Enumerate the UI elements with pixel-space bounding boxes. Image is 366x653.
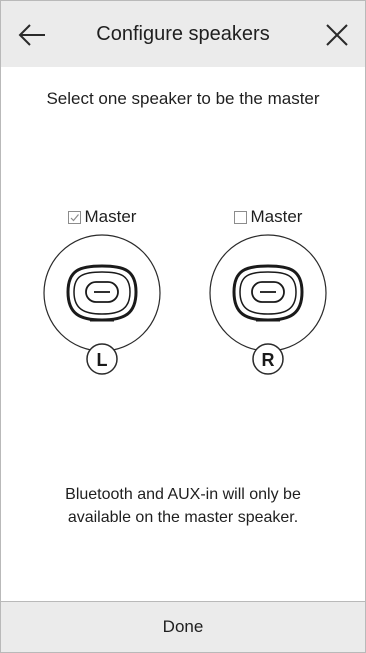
speaker-icon: L — [43, 234, 161, 375]
master-note-text: Bluetooth and AUX-in will only be availa… — [65, 486, 301, 526]
speaker-option-left[interactable]: Master L — [38, 205, 166, 377]
master-checkbox-row-right[interactable]: Master — [204, 205, 332, 229]
master-label-left: Master — [84, 207, 137, 226]
instruction-text: Select one speaker to be the master — [46, 89, 320, 108]
master-checkbox-right[interactable] — [233, 210, 247, 224]
done-button[interactable]: Done — [1, 601, 365, 652]
speaker-position-left: L — [97, 350, 108, 370]
speaker-option-right[interactable]: Master R — [204, 205, 332, 377]
header-bar: Configure speakers — [1, 1, 365, 67]
checkmark-icon — [70, 213, 79, 221]
master-checkbox-left[interactable] — [67, 210, 81, 224]
close-button[interactable] — [319, 17, 355, 53]
master-checkbox-row-left[interactable]: Master — [38, 205, 166, 229]
configure-speakers-screen: Configure speakers Select one speaker to… — [0, 0, 366, 653]
master-label-right: Master — [250, 207, 303, 226]
close-icon — [326, 24, 348, 46]
speaker-position-right: R — [262, 350, 275, 370]
speaker-icon: R — [209, 234, 327, 375]
page-title: Configure speakers — [96, 23, 270, 45]
